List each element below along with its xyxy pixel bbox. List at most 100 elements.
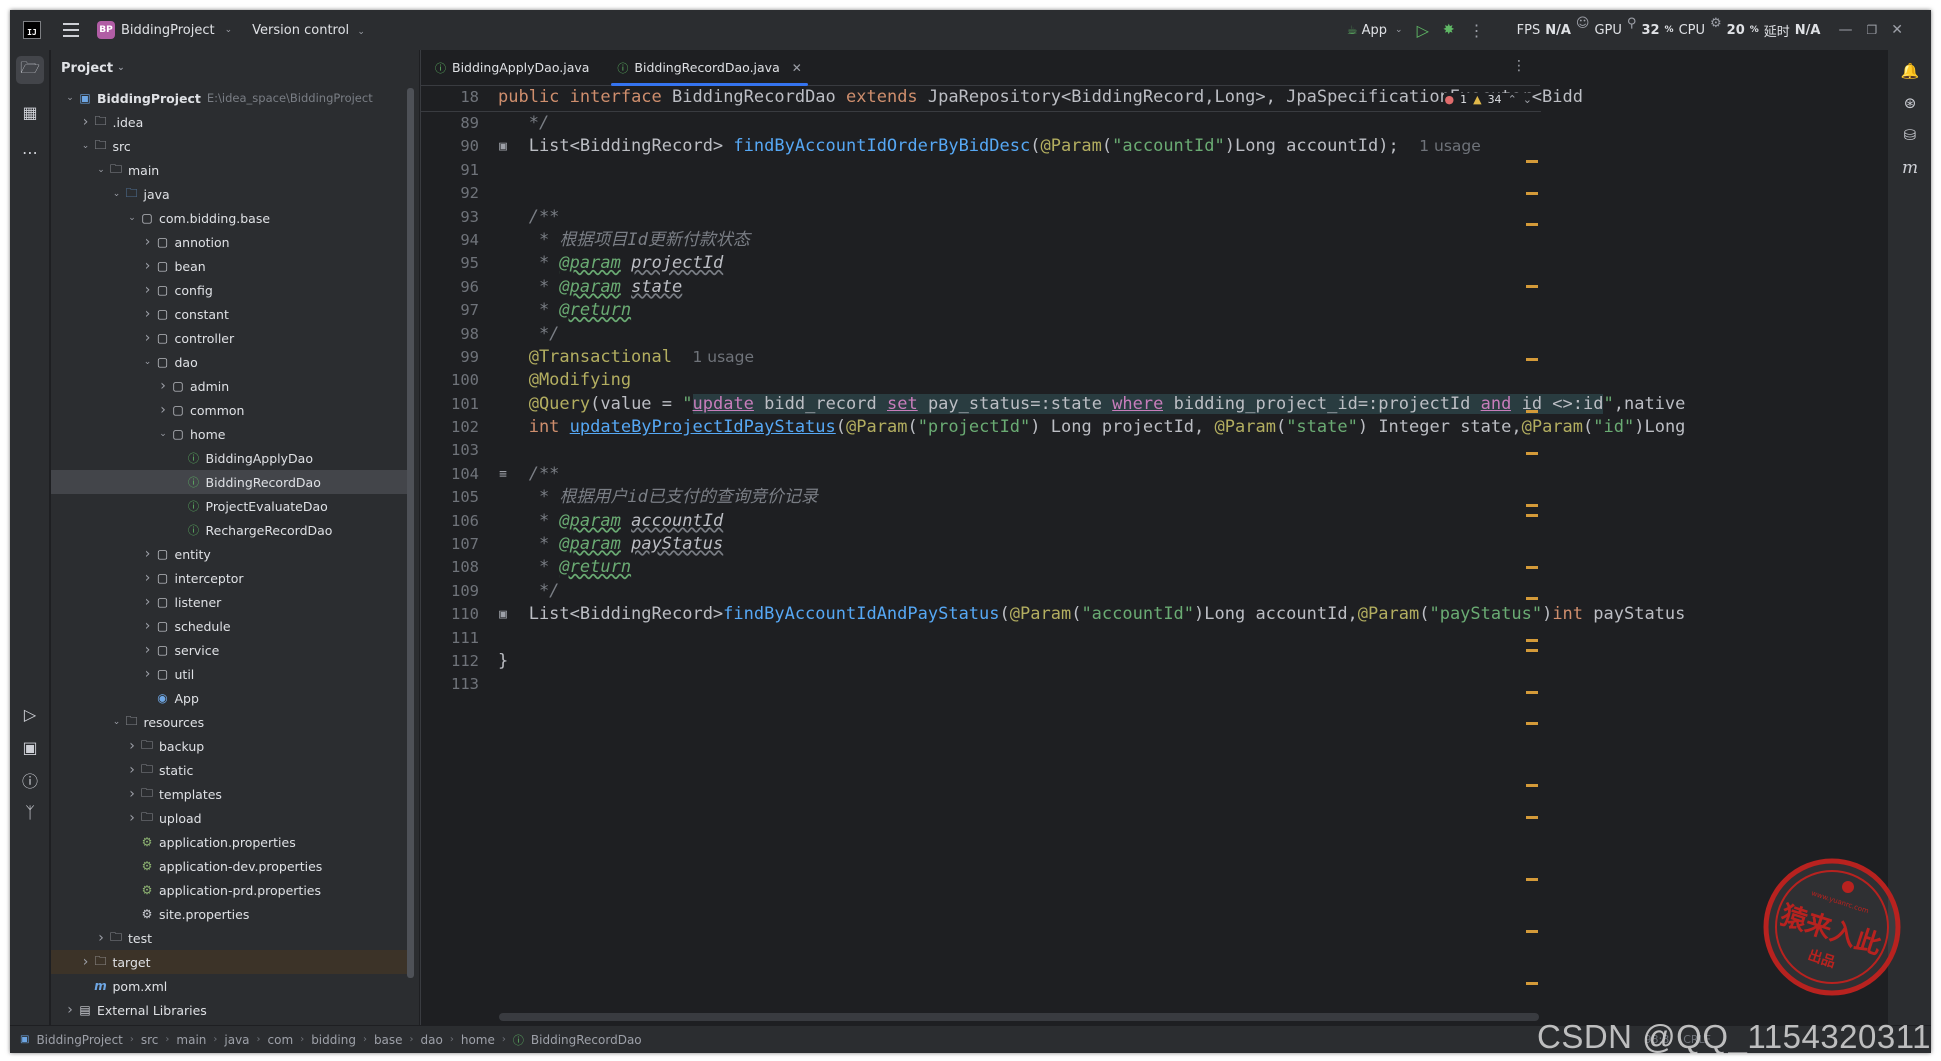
warning-mark[interactable] (1526, 191, 1538, 195)
chevron-down-icon[interactable]: ⌄ (141, 357, 155, 367)
line-number[interactable]: 90 (421, 135, 479, 158)
tree-item[interactable]: ⚙ application.properties (51, 830, 409, 854)
tree-item[interactable]: › ▢ bean (51, 254, 409, 278)
line-number[interactable]: 102 (421, 416, 479, 439)
tree-item[interactable]: ⌄ 🗀 java (51, 182, 409, 206)
tree-item[interactable]: › ▢ entity (51, 542, 409, 566)
line-number[interactable]: 108 (421, 556, 479, 579)
warning-mark[interactable] (1526, 285, 1538, 289)
warning-mark[interactable] (1526, 649, 1538, 653)
line-number[interactable]: 107 (421, 533, 479, 556)
line-number[interactable]: 110 (421, 603, 479, 626)
warning-mark[interactable] (1526, 815, 1538, 819)
editor-tab[interactable]: ⓘ BiddingRecordDao.java ✕ (603, 50, 816, 86)
tree-item[interactable]: ⓘ ProjectEvaluateDao (51, 494, 409, 518)
line-number[interactable]: 111 (421, 627, 479, 650)
line-number[interactable]: 93 (421, 206, 479, 229)
next-highlight-icon[interactable]: ⌄ (1523, 93, 1532, 106)
warning-mark[interactable] (1526, 982, 1538, 985)
line-number[interactable]: 96 (421, 276, 479, 299)
warning-mark[interactable] (1526, 566, 1538, 569)
breadcrumb-item[interactable]: java (224, 1033, 249, 1047)
more-tools-icon[interactable]: ⋯ (16, 138, 44, 166)
chevron-right-icon[interactable]: › (63, 1002, 77, 1018)
tree-item[interactable]: › ▢ interceptor (51, 566, 409, 590)
chevron-right-icon[interactable]: › (141, 570, 155, 586)
project-panel-header[interactable]: Project ⌄ (51, 50, 419, 86)
main-menu-icon[interactable] (63, 23, 79, 37)
line-number[interactable]: 97 (421, 299, 479, 322)
search-icon[interactable]: ⚲ (1627, 16, 1637, 31)
tree-item[interactable]: m pom.xml (51, 974, 409, 998)
chevron-right-icon[interactable]: › (156, 378, 170, 394)
line-number[interactable]: 99 (421, 346, 479, 369)
editor-tab[interactable]: ⓘ BiddingApplyDao.java (421, 50, 603, 85)
chevron-right-icon[interactable]: › (125, 738, 139, 754)
warning-mark[interactable] (1526, 878, 1538, 881)
breadcrumb-item[interactable]: home (461, 1033, 495, 1047)
warning-mark[interactable] (1526, 597, 1538, 601)
chevron-right-icon[interactable]: › (141, 666, 155, 682)
chevron-down-icon[interactable]: ⌄ (110, 717, 124, 727)
line-number[interactable]: 104 (421, 463, 479, 486)
line-number[interactable]: 103 (421, 439, 479, 462)
warning-mark[interactable] (1526, 160, 1538, 164)
warning-mark[interactable] (1526, 722, 1538, 725)
tree-item[interactable]: › ▢ schedule (51, 614, 409, 638)
chevron-down-icon[interactable]: ⌄ (110, 189, 124, 199)
tree-item[interactable]: › 🗀 templates (51, 782, 409, 806)
chevron-right-icon[interactable]: › (156, 402, 170, 418)
tree-item[interactable]: ⌄ 🗀 main (51, 158, 409, 182)
chevron-down-icon[interactable]: ⌄ (63, 93, 77, 103)
code-view[interactable]: 18 public interface BiddingRecordDao exte… (421, 86, 1685, 697)
tree-item[interactable]: › 🗀 upload (51, 806, 409, 830)
project-tree-scrollbar[interactable] (407, 88, 414, 978)
chevron-right-icon[interactable]: › (125, 810, 139, 826)
close-icon[interactable]: ✕ (1891, 22, 1903, 38)
line-number[interactable]: 94 (421, 229, 479, 252)
line-number[interactable]: 89 (421, 112, 479, 135)
tree-item[interactable]: › 🗀 test (51, 926, 409, 950)
line-number[interactable]: 98 (421, 323, 479, 346)
breadcrumb-item[interactable]: src (141, 1033, 159, 1047)
breadcrumb-item[interactable]: main (176, 1033, 206, 1047)
tree-item[interactable]: ◉ App (51, 686, 409, 710)
database-icon[interactable]: ⛁ (1900, 126, 1920, 146)
tree-item[interactable]: › 🗀 backup (51, 734, 409, 758)
tree-item[interactable]: ⌄ ▢ dao (51, 350, 409, 374)
line-number[interactable]: 106 (421, 510, 479, 533)
line-number[interactable]: 113 (421, 673, 479, 696)
tree-item[interactable]: › ▢ constant (51, 302, 409, 326)
warning-mark[interactable] (1526, 638, 1538, 642)
tree-item[interactable]: › 🗀 .idea (51, 110, 409, 134)
warning-mark[interactable] (1526, 690, 1538, 694)
line-number[interactable]: 105 (421, 486, 479, 509)
chevron-right-icon[interactable]: › (125, 786, 139, 802)
chevron-right-icon[interactable]: › (141, 234, 155, 250)
warning-mark[interactable] (1526, 358, 1538, 361)
structure-tool-icon[interactable]: ▦ (16, 98, 44, 126)
chevron-right-icon[interactable]: › (141, 306, 155, 322)
tree-item[interactable]: › ▢ listener (51, 590, 409, 614)
prev-highlight-icon[interactable]: ⌃ (1508, 93, 1517, 106)
restore-icon[interactable]: ❐ (1867, 23, 1878, 37)
chevron-right-icon[interactable]: › (79, 954, 93, 970)
terminal-icon[interactable]: ▣ (16, 733, 44, 761)
chevron-right-icon[interactable]: › (141, 282, 155, 298)
editor-horizontal-scrollbar[interactable] (499, 1013, 1539, 1021)
services-icon[interactable]: ▷ (16, 700, 44, 728)
more-actions-icon[interactable]: ⋮ (1469, 21, 1485, 40)
user-icon[interactable]: ☺ (1576, 16, 1590, 31)
chevron-right-icon[interactable]: › (141, 258, 155, 274)
tree-item[interactable]: ⓘ RechargeRecordDao (51, 518, 409, 542)
line-number[interactable]: 101 (421, 393, 479, 416)
chevron-right-icon[interactable]: › (141, 618, 155, 634)
breadcrumb-item[interactable]: base (374, 1033, 403, 1047)
maven-icon[interactable]: m (1900, 158, 1920, 178)
tree-item[interactable]: ⌄ ▣ BiddingProject E:\idea_space\BiddingPro… (51, 86, 409, 110)
warning-mark[interactable] (1526, 930, 1538, 933)
breadcrumb-item[interactable]: dao (421, 1033, 443, 1047)
debug-icon[interactable]: ✸ (1443, 22, 1455, 38)
vcs-menu[interactable]: Version control ⌄ (252, 23, 365, 38)
tree-item[interactable]: › ▢ annotion (51, 230, 409, 254)
